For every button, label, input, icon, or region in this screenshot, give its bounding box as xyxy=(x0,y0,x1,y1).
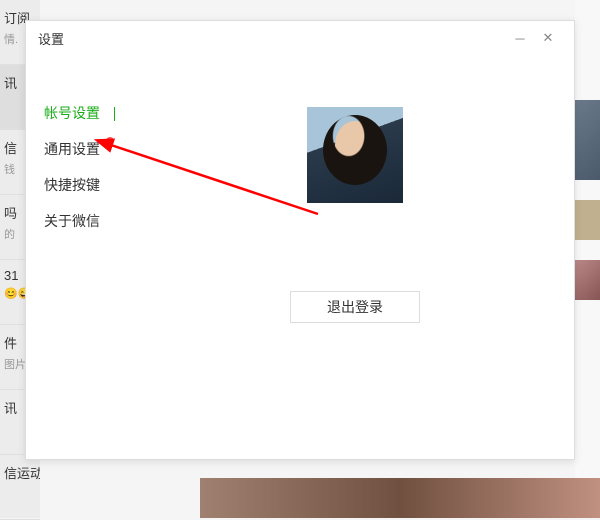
notification-dot-icon xyxy=(106,137,114,145)
bg-thumbnail xyxy=(575,200,600,240)
nav-shortcuts[interactable]: 快捷按键 xyxy=(44,167,136,203)
background-right-thumbs xyxy=(575,0,600,518)
nav-label: 快捷按键 xyxy=(44,177,100,193)
nav-label: 帐号设置 xyxy=(44,105,100,121)
background-bottom-photos xyxy=(200,478,600,518)
dialog-title: 设置 xyxy=(38,29,506,48)
minimize-button[interactable]: ─ xyxy=(506,26,534,50)
user-avatar[interactable] xyxy=(307,107,403,203)
nav-label: 关于微信 xyxy=(44,213,100,229)
settings-nav: 帐号设置 通用设置 快捷按键 关于微信 xyxy=(26,55,136,459)
nav-label: 通用设置 xyxy=(44,141,100,157)
settings-content: 退出登录 xyxy=(136,55,574,459)
logout-button[interactable]: 退出登录 xyxy=(290,291,420,323)
nav-account-settings[interactable]: 帐号设置 xyxy=(44,95,136,131)
close-button[interactable]: ✕ xyxy=(534,26,562,50)
settings-dialog: 设置 ─ ✕ 帐号设置 通用设置 快捷按键 关于微信 退出登录 xyxy=(25,20,575,460)
nav-general-settings[interactable]: 通用设置 xyxy=(44,131,136,167)
nav-about[interactable]: 关于微信 xyxy=(44,203,136,239)
bg-thumbnail xyxy=(575,260,600,300)
bg-chat-item: 信运动 xyxy=(0,455,40,520)
dialog-titlebar: 设置 ─ ✕ xyxy=(26,21,574,55)
bg-thumbnail xyxy=(575,100,600,180)
dialog-body: 帐号设置 通用设置 快捷按键 关于微信 退出登录 xyxy=(26,55,574,459)
nav-active-indicator xyxy=(114,107,115,121)
